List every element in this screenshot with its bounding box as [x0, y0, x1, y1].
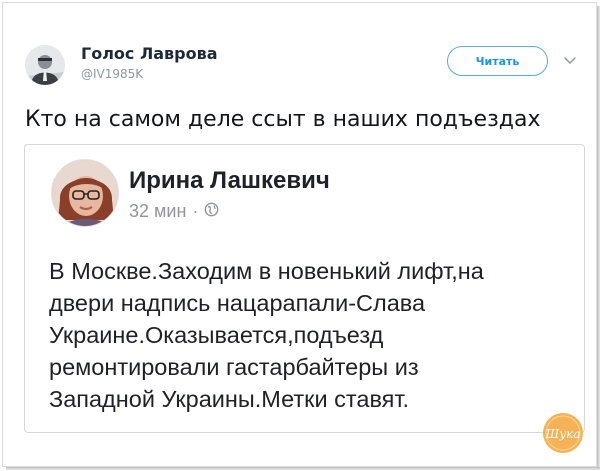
- chevron-down-icon[interactable]: [563, 53, 577, 67]
- post-body-line: Западной Украины.Метки ставят.: [49, 386, 410, 412]
- post-author-avatar[interactable]: [51, 159, 119, 227]
- post-author-name[interactable]: Ирина Лашкевич: [129, 167, 330, 195]
- post-timestamp[interactable]: 32 мин: [129, 201, 186, 222]
- frame-shadow-right: [597, 6, 600, 469]
- post-meta: 32 мин ·: [129, 201, 219, 222]
- tweet-avatar[interactable]: [25, 45, 65, 85]
- follow-button[interactable]: Читать: [447, 46, 548, 76]
- tweet-display-name[interactable]: Голос Лаврова: [81, 44, 218, 63]
- post-meta-separator: ·: [192, 201, 199, 221]
- post-body-line: двери надпись нацарапали-Слава: [49, 290, 426, 316]
- tweet-handle[interactable]: @IV1985K: [81, 67, 143, 81]
- post-body-line: ремонтировали гастарбайтеры из: [49, 354, 419, 380]
- watermark-text: Шука: [545, 427, 581, 441]
- embedded-post-card: Ирина Лашкевич 32 мин · В Москве.Заходим…: [24, 144, 585, 433]
- watermark-logo: Шука: [541, 411, 585, 455]
- globe-icon: [204, 201, 219, 222]
- post-body-line: В Москве.Заходим в новенький лифт,на: [49, 258, 484, 284]
- post-body-line: Украине.Оказывается,подъезд: [49, 322, 384, 348]
- tweet-text: Кто на самом деле ссыт в наших подъездах: [25, 107, 541, 132]
- frame-shadow-bottom: [6, 467, 600, 470]
- tweet-frame: Голос Лаврова @IV1985K Читать Кто на сам…: [2, 2, 597, 467]
- post-body: В Москве.Заходим в новенький лифт,на две…: [49, 255, 579, 415]
